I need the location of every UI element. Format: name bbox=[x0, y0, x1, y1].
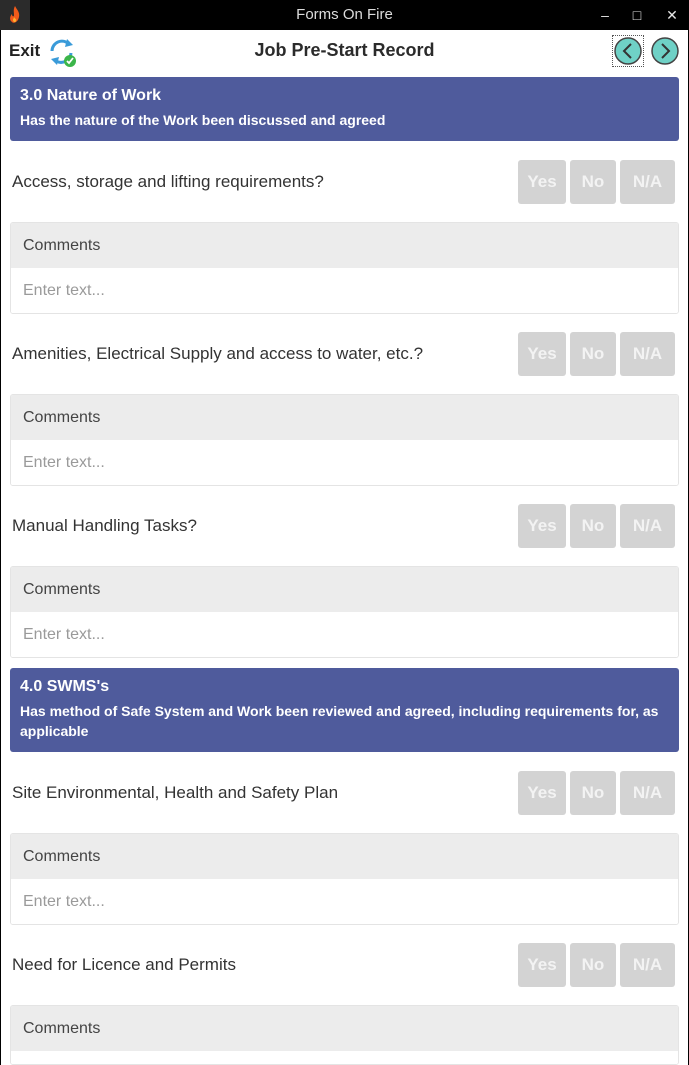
comments-box: Comments Enter text... bbox=[10, 833, 679, 925]
yes-button[interactable]: Yes bbox=[518, 160, 566, 204]
answer-button-group: Yes No N/A bbox=[518, 332, 675, 376]
yes-button[interactable]: Yes bbox=[518, 771, 566, 815]
section-description: Has the nature of the Work been discusse… bbox=[20, 112, 386, 128]
comments-input[interactable]: Enter text... bbox=[11, 440, 678, 485]
window-title: Forms On Fire bbox=[296, 6, 393, 23]
question-label: Site Environmental, Health and Safety Pl… bbox=[12, 783, 339, 802]
question-label: Amenities, Electrical Supply and access … bbox=[12, 344, 424, 363]
comments-label: Comments bbox=[11, 834, 678, 879]
answer-button-group: Yes No N/A bbox=[518, 771, 675, 815]
comments-box: Comments Enter text... bbox=[10, 394, 679, 486]
no-button[interactable]: No bbox=[570, 943, 616, 987]
window-titlebar: Forms On Fire ‒ □ ✕ bbox=[0, 0, 689, 30]
yes-button[interactable]: Yes bbox=[518, 943, 566, 987]
na-button[interactable]: N/A bbox=[620, 771, 675, 815]
no-button[interactable]: No bbox=[570, 771, 616, 815]
answer-button-group: Yes No N/A bbox=[518, 160, 675, 204]
close-icon: ✕ bbox=[666, 6, 678, 23]
minimize-icon: ‒ bbox=[601, 7, 609, 23]
comments-input[interactable]: Enter text... bbox=[11, 268, 678, 313]
question-label: Manual Handling Tasks? bbox=[12, 516, 197, 535]
comments-label: Comments bbox=[11, 1006, 678, 1051]
chevron-left-icon bbox=[614, 37, 642, 65]
section-header-nature-of-work: 3.0 Nature of Work Has the nature of the… bbox=[10, 77, 679, 141]
na-button[interactable]: N/A bbox=[620, 504, 675, 548]
comments-box: Comments Enter text... bbox=[10, 222, 679, 314]
comments-box: Comments Enter text... bbox=[10, 566, 679, 658]
comments-label: Comments bbox=[11, 395, 678, 440]
section-title: 3.0 Nature of Work bbox=[20, 87, 162, 104]
comments-input[interactable]: Enter text... bbox=[11, 879, 678, 924]
question-label: Access, storage and lifting requirements… bbox=[12, 172, 324, 191]
answer-button-group: Yes No N/A bbox=[518, 943, 675, 987]
next-page-button[interactable] bbox=[650, 36, 680, 66]
answer-button-group: Yes No N/A bbox=[518, 504, 675, 548]
section-description: Has method of Safe System and Work been … bbox=[20, 703, 659, 739]
maximize-icon: □ bbox=[632, 7, 642, 23]
no-button[interactable]: No bbox=[570, 504, 616, 548]
previous-page-button[interactable] bbox=[612, 35, 644, 67]
question-label: Need for Licence and Permits bbox=[12, 955, 236, 974]
chevron-right-icon bbox=[651, 37, 679, 65]
comments-label: Comments bbox=[11, 567, 678, 612]
maximize-button[interactable]: □ bbox=[620, 0, 654, 30]
section-title: 4.0 SWMS's bbox=[20, 678, 110, 695]
na-button[interactable]: N/A bbox=[620, 160, 675, 204]
no-button[interactable]: No bbox=[570, 332, 616, 376]
comments-label: Comments bbox=[11, 223, 678, 268]
na-button[interactable]: N/A bbox=[620, 332, 675, 376]
comments-input[interactable] bbox=[11, 1051, 678, 1064]
yes-button[interactable]: Yes bbox=[518, 504, 566, 548]
na-button[interactable]: N/A bbox=[620, 943, 675, 987]
comments-box: Comments bbox=[10, 1005, 679, 1065]
comments-input[interactable]: Enter text... bbox=[11, 612, 678, 657]
minimize-button[interactable]: ‒ bbox=[588, 0, 622, 30]
page-title: Job Pre-Start Record bbox=[254, 40, 435, 60]
close-button[interactable]: ✕ bbox=[655, 0, 689, 30]
yes-button[interactable]: Yes bbox=[518, 332, 566, 376]
section-header-swms: 4.0 SWMS's Has method of Safe System and… bbox=[10, 668, 679, 752]
no-button[interactable]: No bbox=[570, 160, 616, 204]
